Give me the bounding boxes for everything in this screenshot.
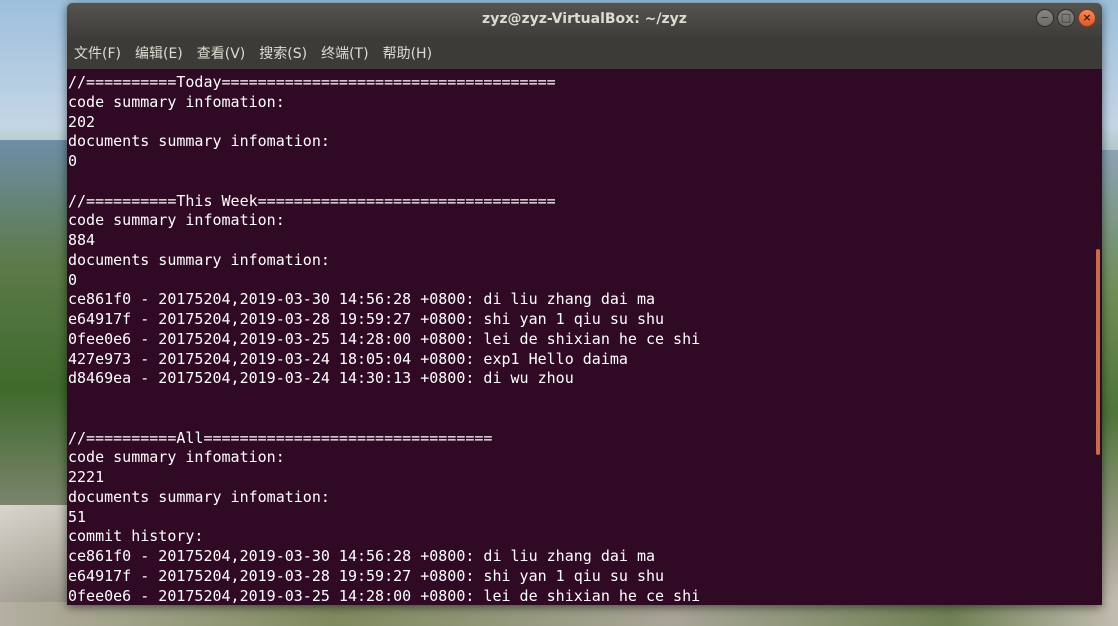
terminal-scrollbar[interactable] (1094, 69, 1102, 605)
menu-terminal[interactable]: 终端(T) (321, 43, 368, 63)
terminal-line: code summary infomation: (68, 448, 285, 467)
menu-edit[interactable]: 编辑(E) (135, 43, 183, 63)
menu-bar: 文件(F) 编辑(E) 查看(V) 搜索(S) 终端(T) 帮助(H) (67, 37, 1102, 69)
maximize-button[interactable]: □ (1057, 9, 1075, 27)
terminal-output[interactable]: //==========Today=======================… (67, 69, 1102, 605)
close-button[interactable]: × (1078, 9, 1096, 27)
terminal-line: documents summary infomation: (68, 487, 330, 506)
menu-help[interactable]: 帮助(H) (383, 43, 432, 63)
window-controls: − □ × (1036, 9, 1096, 27)
terminal-line: e64917f - 20175204,2019-03-28 19:59:27 +… (68, 566, 665, 585)
wallpaper-ground (0, 602, 1118, 626)
terminal-line: 0 (68, 270, 78, 289)
terminal-line: //==========This Week===================… (68, 191, 556, 210)
terminal-line: ce861f0 - 20175204,2019-03-30 14:56:28 +… (68, 290, 655, 309)
terminal-line: 51 (68, 507, 87, 526)
menu-search[interactable]: 搜索(S) (259, 43, 307, 63)
terminal-line: 202 (68, 112, 96, 131)
menu-view[interactable]: 查看(V) (197, 43, 246, 63)
terminal-line: 2221 (68, 468, 105, 486)
terminal-line: commit history: (68, 527, 204, 546)
terminal-line: code summary infomation: (68, 211, 285, 230)
terminal-text: //==========Today=======================… (68, 73, 700, 605)
title-bar[interactable]: zyz@zyz-VirtualBox: ~/zyz − □ × (67, 3, 1102, 37)
terminal-line: 0fee0e6 - 20175204,2019-03-25 14:28:00 +… (68, 586, 701, 605)
terminal-line: e64917f - 20175204,2019-03-28 19:59:27 +… (68, 310, 665, 328)
menu-file[interactable]: 文件(F) (74, 43, 121, 63)
minimize-button[interactable]: − (1036, 9, 1054, 27)
terminal-line: 427e973 - 20175204,2019-03-24 18:05:04 +… (68, 349, 628, 368)
terminal-line: code summary infomation: (68, 92, 285, 111)
terminal-line: ce861f0 - 20175204,2019-03-30 14:56:28 +… (68, 547, 655, 565)
terminal-line: //==========All=========================… (68, 428, 493, 447)
terminal-line: 884 (68, 231, 96, 249)
terminal-line: d8469ea - 20175204,2019-03-24 14:30:13 +… (68, 369, 574, 388)
terminal-line: 0fee0e6 - 20175204,2019-03-25 14:28:00 +… (68, 329, 701, 348)
terminal-line: //==========Today=======================… (68, 73, 556, 91)
scrollbar-thumb[interactable] (1096, 249, 1100, 455)
terminal-line: documents summary infomation: (68, 132, 330, 151)
terminal-window: zyz@zyz-VirtualBox: ~/zyz − □ × 文件(F) 编辑… (67, 3, 1102, 605)
terminal-line: documents summary infomation: (68, 250, 330, 269)
window-title: zyz@zyz-VirtualBox: ~/zyz (482, 11, 687, 27)
terminal-line: 0 (68, 152, 78, 170)
